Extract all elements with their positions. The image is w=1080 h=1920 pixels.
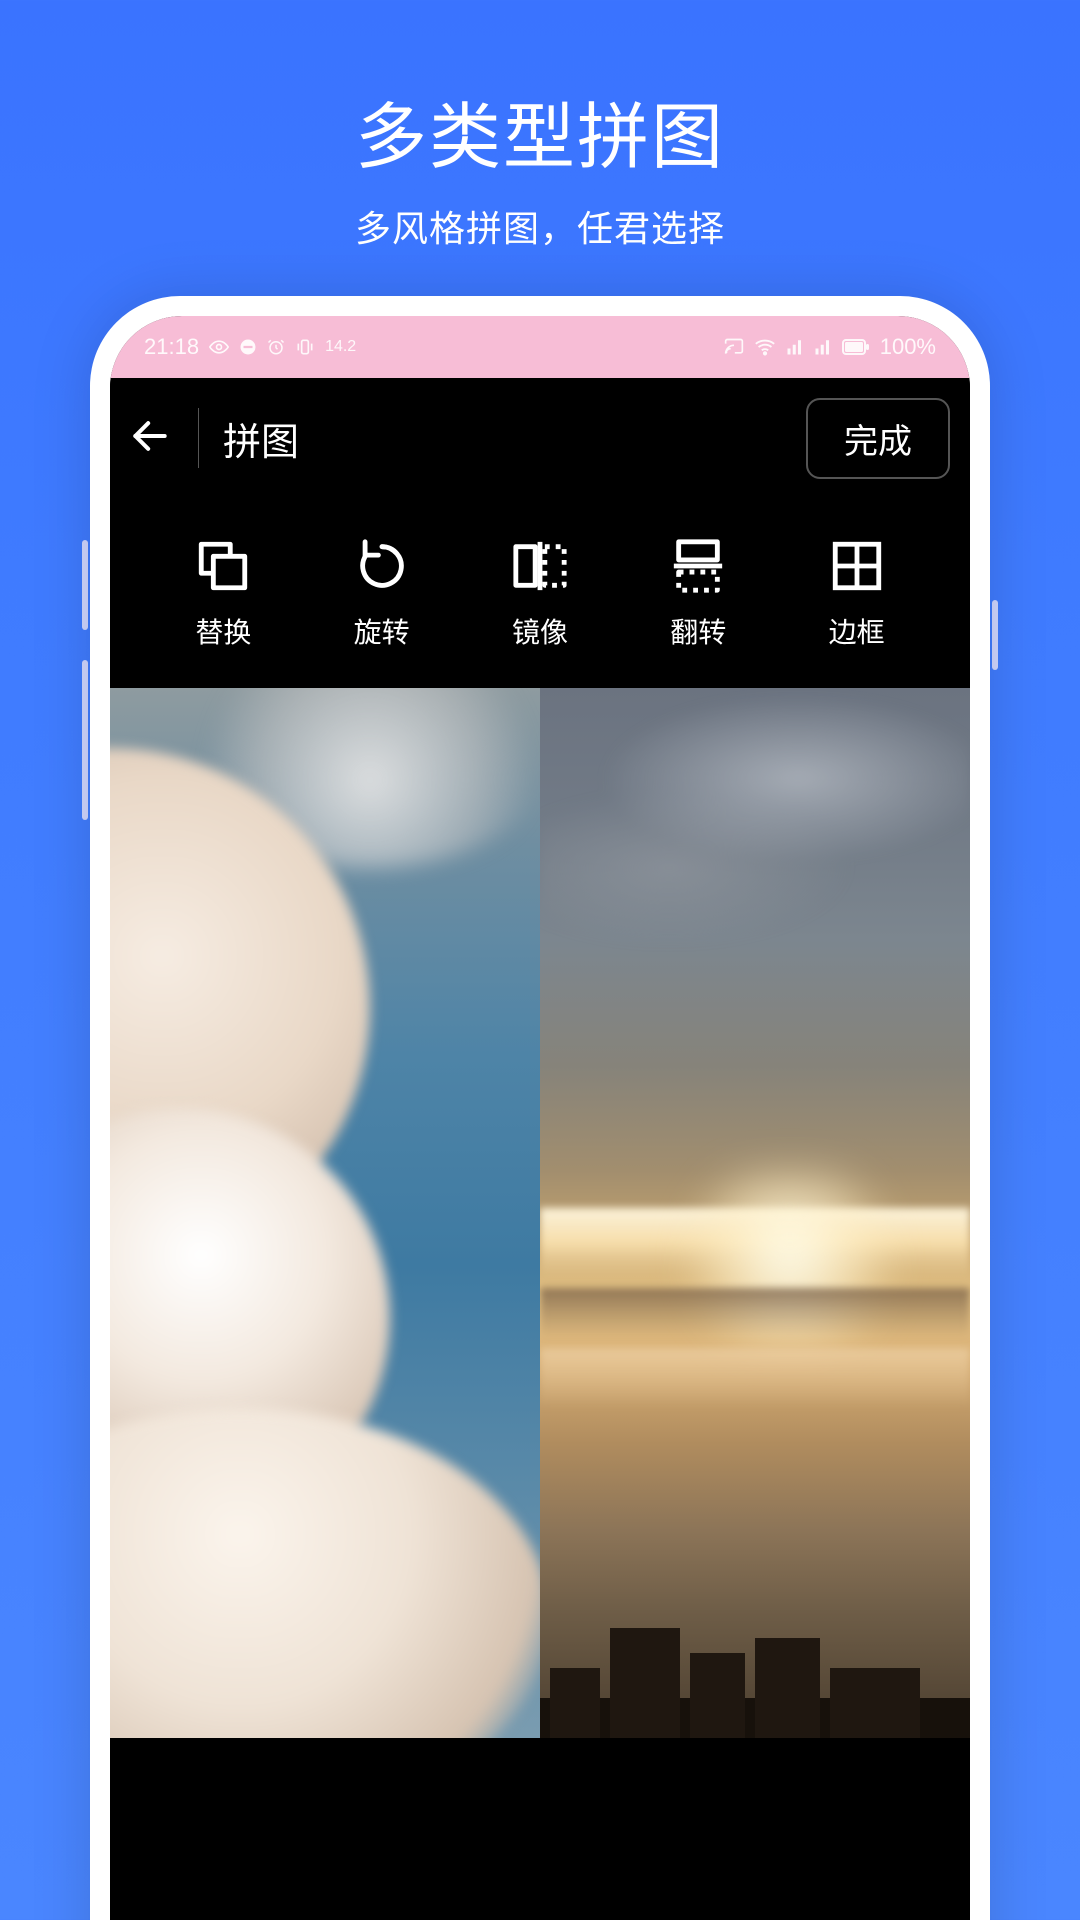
status-right: 100% <box>724 334 936 360</box>
collage-pane-left[interactable] <box>110 688 540 1738</box>
mirror-icon <box>509 535 571 597</box>
tool-rotate[interactable]: 旋转 <box>327 535 437 651</box>
collage-pane-right[interactable] <box>540 688 970 1738</box>
edit-toolbar: 替换 旋转 镜像 翻转 <box>110 498 970 688</box>
tool-replace[interactable]: 替换 <box>168 535 278 651</box>
done-button[interactable]: 完成 <box>806 398 950 479</box>
status-bar: 21:18 14.2 <box>110 316 970 378</box>
border-icon <box>826 535 888 597</box>
dnd-icon <box>239 338 257 356</box>
tool-label: 镜像 <box>512 611 568 651</box>
phone-side-button <box>82 540 88 630</box>
vibrate-icon <box>295 337 315 357</box>
phone-side-button <box>992 600 998 670</box>
signal-icon <box>814 338 832 356</box>
app-header: 拼图 完成 <box>110 378 970 498</box>
status-network-rate: 14.2 <box>325 338 356 356</box>
back-button[interactable] <box>120 408 180 468</box>
signal-icon <box>786 338 804 356</box>
tool-label: 旋转 <box>354 611 410 651</box>
replace-icon <box>192 535 254 597</box>
tool-border[interactable]: 边框 <box>802 535 912 651</box>
status-time: 21:18 <box>144 334 199 360</box>
battery-icon <box>842 339 870 355</box>
status-left: 21:18 14.2 <box>144 334 356 360</box>
phone-side-button <box>82 660 88 820</box>
status-battery-text: 100% <box>880 334 936 360</box>
tool-label: 边框 <box>829 611 885 651</box>
tool-flip[interactable]: 翻转 <box>643 535 753 651</box>
promo-title: 多类型拼图 <box>0 78 1080 183</box>
header-divider <box>198 408 199 468</box>
page-title: 拼图 <box>217 411 788 466</box>
phone-screen: 21:18 14.2 <box>110 316 970 1920</box>
rotate-icon <box>351 535 413 597</box>
phone-mockup: 21:18 14.2 <box>90 296 990 1920</box>
editor-bottom-area <box>110 1738 970 1920</box>
promo-subtitle: 多风格拼图，任君选择 <box>0 200 1080 252</box>
flip-icon <box>667 535 729 597</box>
tool-label: 替换 <box>195 611 251 651</box>
collage-preview[interactable] <box>110 688 970 1738</box>
alarm-icon <box>267 338 285 356</box>
cast-icon <box>724 337 744 357</box>
arrow-left-icon <box>128 414 172 463</box>
eye-icon <box>209 337 229 357</box>
tool-label: 翻转 <box>670 611 726 651</box>
wifi-icon <box>754 336 776 358</box>
tool-mirror[interactable]: 镜像 <box>485 535 595 651</box>
